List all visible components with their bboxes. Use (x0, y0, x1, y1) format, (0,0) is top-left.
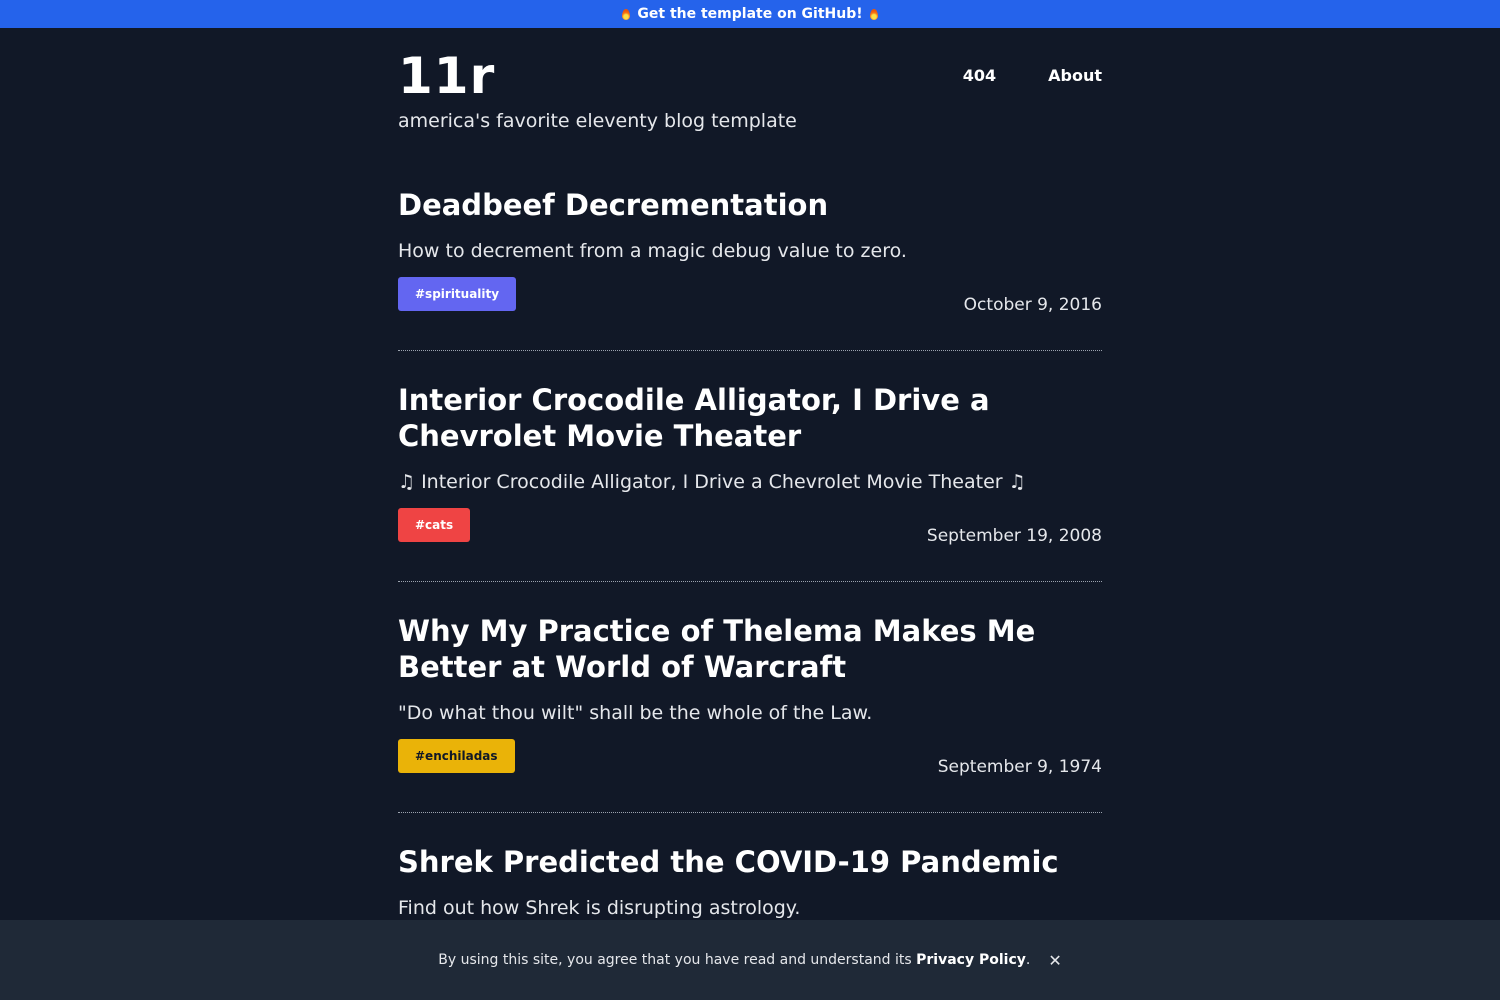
close-icon[interactable]: ✕ (1048, 951, 1061, 970)
nav-link-about[interactable]: About (1048, 66, 1102, 85)
post-title[interactable]: Interior Crocodile Alligator, I Drive a … (398, 382, 1102, 454)
tag-badge[interactable]: #spirituality (398, 277, 517, 311)
privacy-policy-link[interactable]: Privacy Policy (916, 952, 1026, 968)
post-description: "Do what thou wilt" shall be the whole o… (398, 702, 873, 724)
post-card: Deadbeef Decrementation How to decrement… (398, 187, 1102, 325)
post-card: Interior Crocodile Alligator, I Drive a … (398, 382, 1102, 556)
cookie-suffix: . (1025, 952, 1031, 968)
post-divider (398, 812, 1102, 813)
cookie-text: By using this site, you agree that you h… (438, 952, 912, 968)
flame-icon (622, 8, 631, 20)
flame-icon (869, 8, 878, 20)
post-description: How to decrement from a magic debug valu… (398, 240, 907, 262)
post-date: September 9, 1974 (937, 757, 1102, 777)
post-description: Find out how Shrek is disrupting astrolo… (398, 897, 801, 919)
post-card: Shrek Predicted the COVID-19 Pandemic Fi… (398, 844, 1102, 920)
post-meta: #spirituality October 9, 2016 (398, 277, 1102, 325)
post-card: Why My Practice of Thelema Makes Me Bett… (398, 613, 1102, 787)
tag-badge[interactable]: #cats (398, 508, 471, 542)
post-title[interactable]: Shrek Predicted the COVID-19 Pandemic (398, 844, 1102, 880)
post-meta: #cats September 19, 2008 (398, 508, 1102, 556)
post-title[interactable]: Deadbeef Decrementation (398, 187, 1102, 223)
post-date: September 19, 2008 (926, 526, 1102, 546)
post-title[interactable]: Why My Practice of Thelema Makes Me Bett… (398, 613, 1102, 685)
main-nav: 404 About (963, 66, 1102, 85)
post-divider (398, 350, 1102, 351)
site-title[interactable]: 11r (398, 50, 495, 102)
site-tagline: america's favorite eleventy blog templat… (398, 110, 797, 132)
post-divider (398, 581, 1102, 582)
post-meta: #enchiladas September 9, 1974 (398, 739, 1102, 787)
post-date: October 9, 2016 (963, 295, 1102, 315)
banner-text[interactable]: Get the template on GitHub! (637, 6, 862, 22)
nav-link-404[interactable]: 404 (963, 66, 996, 85)
tag-badge[interactable]: #enchiladas (398, 739, 515, 773)
github-banner[interactable]: Get the template on GitHub! (0, 0, 1500, 28)
post-description: ♫ Interior Crocodile Alligator, I Drive … (398, 471, 1026, 493)
cookie-banner: By using this site, you agree that you h… (0, 920, 1500, 1000)
